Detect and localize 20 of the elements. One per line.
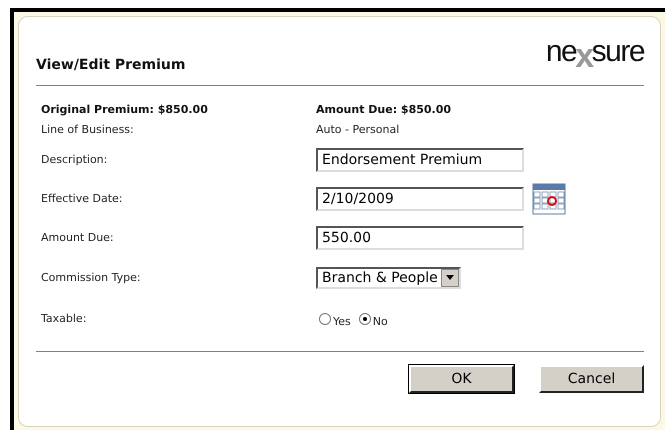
radio-option[interactable]: Yes <box>319 310 351 328</box>
field-value: Auto - Personal <box>316 122 400 136</box>
field-label: Amount Due: <box>41 230 115 246</box>
dialog-title: View/Edit Premium <box>36 57 186 73</box>
calendar-icon[interactable] <box>532 182 566 214</box>
cancel-button[interactable]: Cancel <box>539 365 644 393</box>
field-label: Effective Date: <box>41 191 124 207</box>
field-label: Line of Business: <box>41 122 135 138</box>
text-field[interactable]: Endorsement Premium <box>316 148 524 172</box>
radio-option[interactable]: No <box>358 310 388 328</box>
dropdown-arrow-icon[interactable] <box>446 275 454 280</box>
field-label: Commission Type: <box>41 270 142 286</box>
date-field[interactable]: 2/10/2009 <box>316 186 524 210</box>
summary-text: Original Premium: $850.00 <box>41 102 209 118</box>
dropdown[interactable]: Branch & People <box>316 266 461 288</box>
field-label: Description: <box>41 152 108 168</box>
field-label: Taxable: <box>41 311 88 327</box>
summary-text: Amount Due: $850.00 <box>316 102 452 118</box>
text-field[interactable]: 550.00 <box>316 226 524 250</box>
ok-button[interactable]: OK <box>409 365 514 393</box>
